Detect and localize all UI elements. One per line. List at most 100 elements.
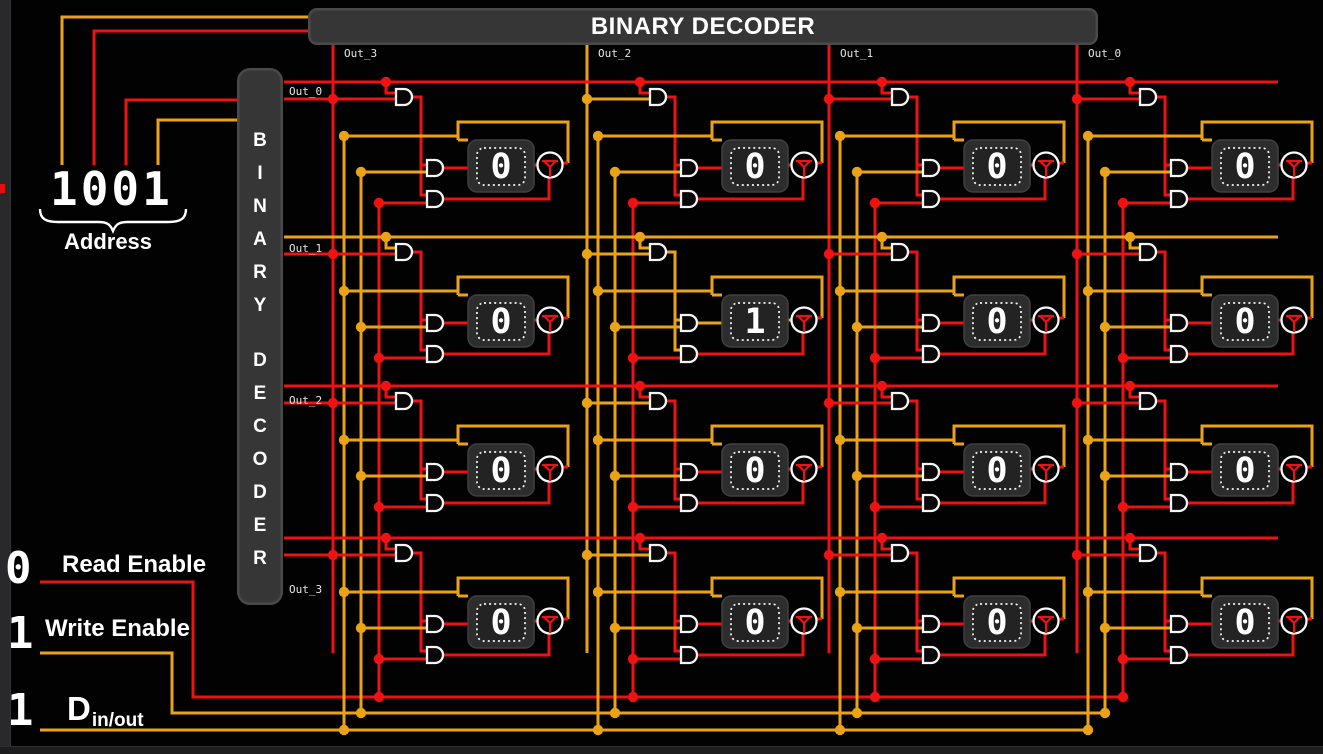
junction-dot	[328, 249, 338, 259]
wire	[412, 252, 427, 350]
memory-display[interactable]: 0	[468, 295, 534, 347]
tristate-buffer[interactable]	[1282, 457, 1307, 482]
memory-display[interactable]: 0	[964, 140, 1030, 192]
and-gate[interactable]	[1171, 647, 1187, 663]
and-gate[interactable]	[396, 545, 412, 561]
left-decoder-letter: A	[239, 229, 281, 251]
tristate-buffer[interactable]	[538, 457, 563, 482]
and-gate[interactable]	[1171, 315, 1187, 331]
tristate-buffer[interactable]	[538, 609, 563, 634]
tristate-buffer[interactable]	[1034, 457, 1059, 482]
memory-display[interactable]: 0	[468, 140, 534, 192]
tristate-buffer[interactable]	[1282, 308, 1307, 333]
address-input-value[interactable]: 1001	[50, 169, 173, 209]
memory-display[interactable]: 0	[722, 140, 788, 192]
tristate-buffer[interactable]	[1282, 609, 1307, 634]
and-gate[interactable]	[923, 315, 939, 331]
memory-cell-value: 0	[1234, 603, 1255, 643]
tristate-buffer[interactable]	[792, 609, 817, 634]
and-gate[interactable]	[681, 160, 697, 176]
tristate-buffer[interactable]	[1034, 153, 1059, 178]
and-gate[interactable]	[681, 191, 697, 207]
and-gate[interactable]	[681, 346, 697, 362]
and-gate[interactable]	[1140, 244, 1156, 260]
read-enable-input-value[interactable]: 0	[5, 549, 32, 589]
tristate-buffer[interactable]	[1282, 153, 1307, 178]
left-binary-decoder-chip[interactable]: BINARYDECODER	[237, 68, 283, 605]
and-gate[interactable]	[427, 647, 443, 663]
and-gate[interactable]	[923, 464, 939, 480]
and-gate[interactable]	[681, 647, 697, 663]
and-gate[interactable]	[1140, 89, 1156, 105]
and-gate[interactable]	[427, 495, 443, 511]
wire	[666, 97, 681, 195]
and-gate[interactable]	[923, 191, 939, 207]
and-gate[interactable]	[892, 545, 908, 561]
and-gate[interactable]	[1171, 160, 1187, 176]
memory-display[interactable]: 0	[1212, 596, 1278, 648]
and-gate[interactable]	[427, 616, 443, 632]
and-gate[interactable]	[650, 244, 666, 260]
junction-dot	[1125, 77, 1135, 87]
col-output-label: Out_2	[598, 47, 631, 60]
tristate-buffer[interactable]	[792, 308, 817, 333]
junction-dot	[1118, 353, 1128, 363]
tristate-buffer[interactable]	[1034, 308, 1059, 333]
top-binary-decoder-chip[interactable]: BINARY DECODER	[308, 8, 1098, 45]
data-inout-label: Din/out	[67, 690, 143, 728]
and-gate[interactable]	[923, 495, 939, 511]
and-gate[interactable]	[1140, 545, 1156, 561]
and-gate[interactable]	[892, 244, 908, 260]
and-gate[interactable]	[923, 160, 939, 176]
and-gate[interactable]	[1171, 346, 1187, 362]
and-gate[interactable]	[1171, 616, 1187, 632]
junction-dot	[1118, 502, 1128, 512]
memory-display[interactable]: 0	[722, 596, 788, 648]
write-enable-input-value[interactable]: 1	[7, 614, 34, 654]
and-gate[interactable]	[923, 616, 939, 632]
and-gate[interactable]	[427, 464, 443, 480]
memory-display[interactable]: 0	[468, 444, 534, 496]
and-gate[interactable]	[427, 191, 443, 207]
and-gate[interactable]	[1171, 464, 1187, 480]
and-gate[interactable]	[427, 346, 443, 362]
tristate-buffer[interactable]	[538, 308, 563, 333]
tristate-buffer[interactable]	[1034, 609, 1059, 634]
and-gate[interactable]	[681, 495, 697, 511]
and-gate[interactable]	[650, 89, 666, 105]
and-gate[interactable]	[396, 393, 412, 409]
wire	[158, 120, 237, 165]
memory-display[interactable]: 0	[1212, 295, 1278, 347]
and-gate[interactable]	[923, 647, 939, 663]
and-gate[interactable]	[681, 464, 697, 480]
and-gate[interactable]	[1140, 393, 1156, 409]
col-output-label: Out_0	[1088, 47, 1121, 60]
memory-display[interactable]: 0	[964, 596, 1030, 648]
data-inout-input-value[interactable]: 1	[7, 691, 34, 731]
and-gate[interactable]	[427, 315, 443, 331]
and-gate[interactable]	[681, 315, 697, 331]
memory-display[interactable]: 0	[964, 295, 1030, 347]
memory-display[interactable]: 0	[1212, 140, 1278, 192]
and-gate[interactable]	[650, 393, 666, 409]
and-gate[interactable]	[650, 545, 666, 561]
memory-display[interactable]: 0	[1212, 444, 1278, 496]
memory-display[interactable]: 0	[964, 444, 1030, 496]
memory-display[interactable]: 0	[722, 444, 788, 496]
and-gate[interactable]	[427, 160, 443, 176]
and-gate[interactable]	[892, 89, 908, 105]
and-gate[interactable]	[396, 89, 412, 105]
tristate-buffer[interactable]	[792, 457, 817, 482]
memory-cell-value: 0	[490, 302, 511, 342]
and-gate[interactable]	[681, 616, 697, 632]
tristate-buffer[interactable]	[538, 153, 563, 178]
tristate-buffer[interactable]	[792, 153, 817, 178]
memory-display[interactable]: 0	[468, 596, 534, 648]
and-gate[interactable]	[1171, 495, 1187, 511]
memory-display[interactable]: 1	[722, 295, 788, 347]
junction-dot	[381, 232, 391, 242]
and-gate[interactable]	[1171, 191, 1187, 207]
and-gate[interactable]	[923, 346, 939, 362]
and-gate[interactable]	[396, 244, 412, 260]
and-gate[interactable]	[892, 393, 908, 409]
